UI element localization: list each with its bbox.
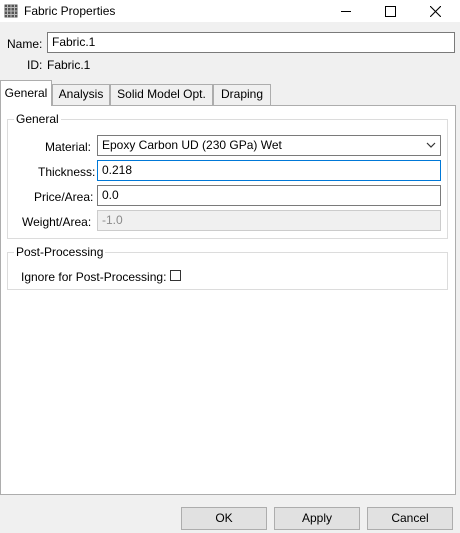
title-bar: Fabric Properties bbox=[0, 0, 460, 22]
name-label: Name: bbox=[7, 37, 43, 51]
material-select-value: Epoxy Carbon UD (230 GPa) Wet bbox=[102, 138, 282, 152]
header-area: Name: Fabric.1 ID: Fabric.1 bbox=[0, 22, 460, 80]
ignore-postprocessing-checkbox[interactable] bbox=[170, 270, 181, 281]
thickness-input[interactable]: 0.218 bbox=[97, 160, 441, 181]
material-select[interactable]: Epoxy Carbon UD (230 GPa) Wet bbox=[97, 135, 441, 156]
tab-draping[interactable]: Draping bbox=[213, 84, 271, 105]
apply-button[interactable]: Apply bbox=[274, 507, 360, 530]
weight-area-label: Weight/Area: bbox=[22, 215, 92, 229]
weight-area-input: -1.0 bbox=[97, 210, 441, 231]
tab-strip: General Analysis Solid Model Opt. Drapin… bbox=[0, 80, 460, 106]
fabric-grid-icon bbox=[4, 4, 18, 18]
ok-button[interactable]: OK bbox=[181, 507, 267, 530]
ignore-postprocessing-label: Ignore for Post-Processing: bbox=[21, 270, 167, 284]
postprocessing-group-title: Post-Processing bbox=[14, 245, 106, 259]
price-area-label: Price/Area: bbox=[34, 190, 94, 204]
maximize-button[interactable] bbox=[368, 0, 413, 22]
close-icon bbox=[430, 5, 441, 17]
thickness-label: Thickness: bbox=[38, 165, 96, 179]
cancel-button[interactable]: Cancel bbox=[367, 507, 453, 530]
close-button[interactable] bbox=[413, 0, 458, 22]
window-title: Fabric Properties bbox=[24, 4, 116, 18]
tab-panel-general: General Material: Epoxy Carbon UD (230 G… bbox=[0, 105, 456, 495]
general-group-title: General bbox=[14, 112, 61, 126]
minimize-button[interactable] bbox=[323, 0, 368, 22]
tab-analysis[interactable]: Analysis bbox=[52, 84, 110, 105]
panel-right-margin bbox=[456, 105, 460, 495]
button-bar: OK Apply Cancel bbox=[0, 495, 460, 533]
chevron-down-icon bbox=[426, 142, 436, 148]
price-area-input[interactable]: 0.0 bbox=[97, 185, 441, 206]
id-label: ID: bbox=[27, 58, 43, 72]
minimize-icon bbox=[340, 11, 351, 12]
maximize-icon bbox=[385, 5, 396, 17]
name-input[interactable]: Fabric.1 bbox=[47, 32, 455, 53]
id-value: Fabric.1 bbox=[47, 58, 91, 72]
material-label: Material: bbox=[45, 140, 92, 154]
tab-general[interactable]: General bbox=[0, 80, 52, 106]
tab-solid-model-opt[interactable]: Solid Model Opt. bbox=[110, 84, 213, 105]
